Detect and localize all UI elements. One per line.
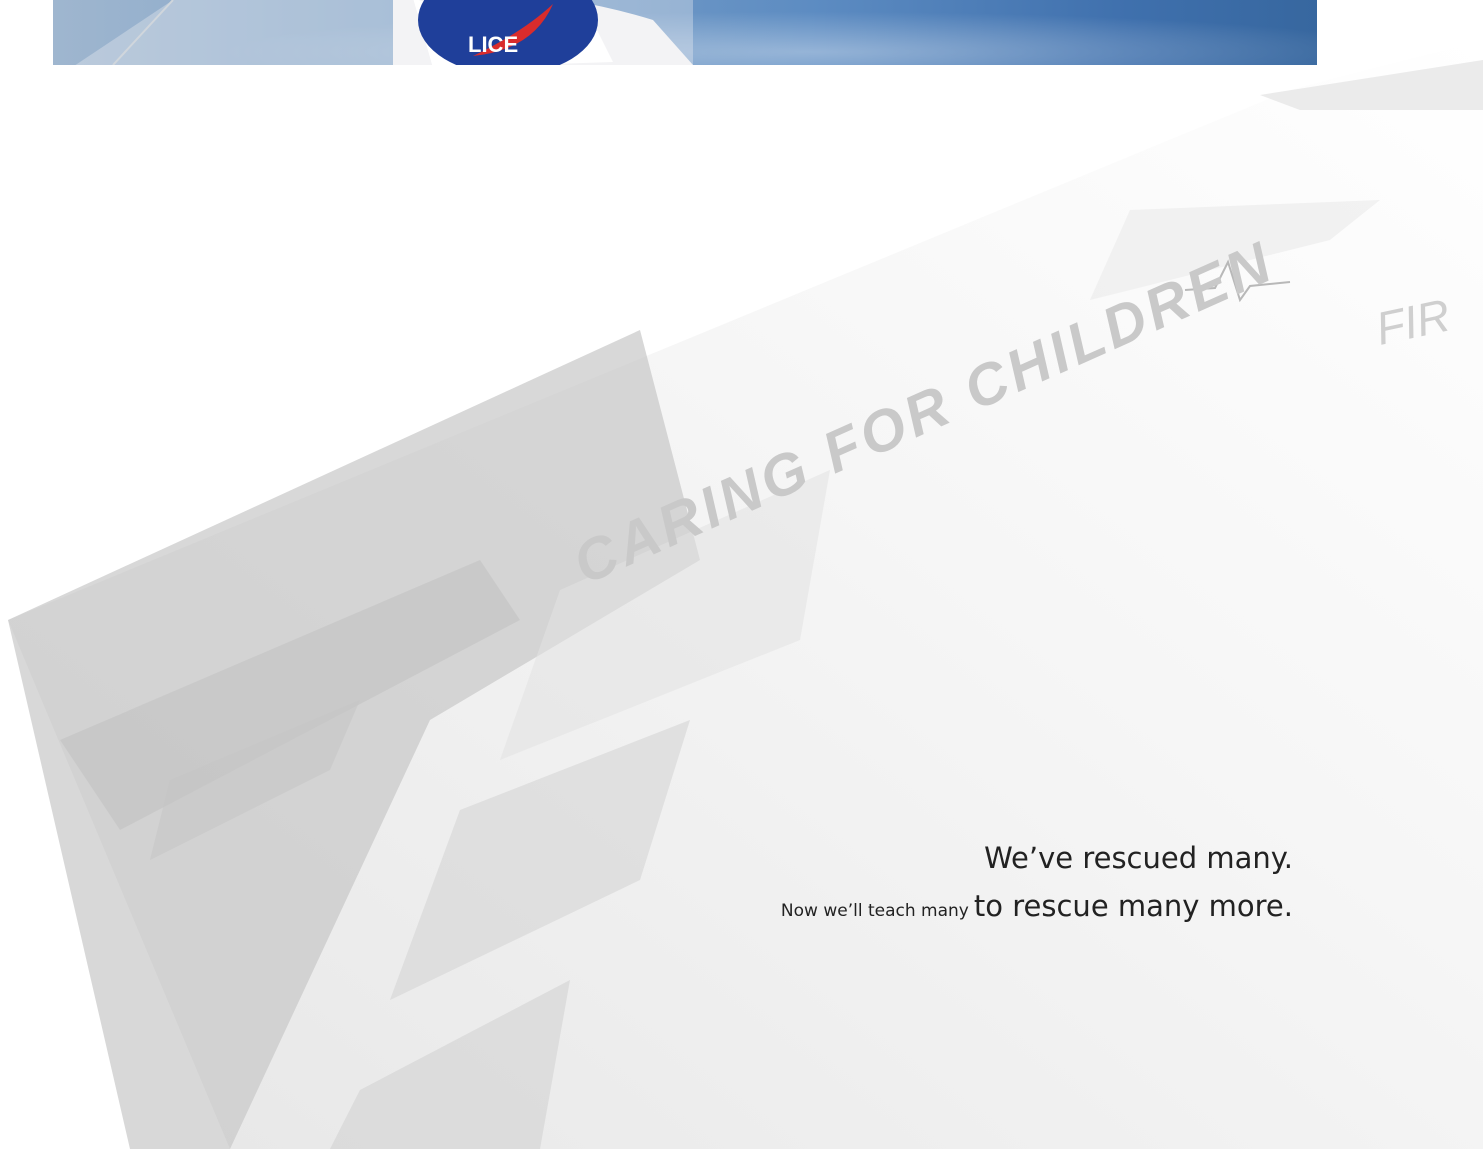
tagline-line-2-large: to rescue many more [973,889,1284,923]
tagline-line-2-small: Now we’ll teach many [780,901,969,921]
police-flag-image: LICE [75,0,693,65]
flag-text: LICE [468,32,518,57]
tagline-period: . [1283,889,1293,923]
collage-top-strip [1260,60,1483,110]
landing-page: CARING FOR CHILDREN FIR LICE We’ve rescu… [0,0,1483,1149]
tagline-line-1: We’ve rescued many. [984,841,1293,875]
collage-background: CARING FOR CHILDREN FIR [8,40,1483,1149]
tagline-line-2: Now we’ll teach many to rescue many more… [781,888,1293,929]
hero-banner: LICE [53,0,1317,65]
tagline: We’ve rescued many. Now we’ll teach many… [781,838,1293,929]
